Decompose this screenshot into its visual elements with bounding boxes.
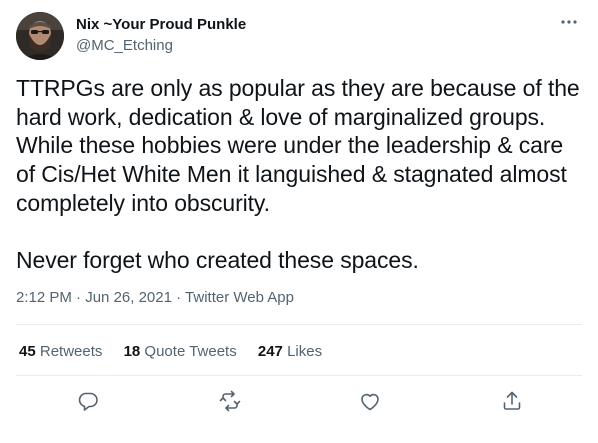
display-name[interactable]: Nix ~Your Proud Punkle [76,15,246,35]
tweet-card: Nix ~Your Proud Punkle @MC_Etching TTRPG… [0,0,598,443]
quote-tweets-count: 18 [123,343,141,360]
likes-label: Likes [287,343,323,360]
retweet-icon[interactable] [218,389,242,413]
retweets-stat[interactable]: 45 Retweets [19,343,102,360]
more-options-icon[interactable] [558,14,580,30]
meta-separator: · [71,289,86,306]
likes-count: 247 [257,343,283,360]
tweet-text: TTRPGs are only as popular as they are b… [16,75,580,274]
avatar[interactable] [16,12,64,60]
share-icon[interactable] [500,389,524,413]
tweet-date[interactable]: Jun 26, 2021 [85,289,172,306]
user-handle[interactable]: @MC_Etching [76,36,246,56]
divider [16,324,582,325]
user-names: Nix ~Your Proud Punkle @MC_Etching [76,15,246,56]
quote-tweets-stat[interactable]: 18 Quote Tweets [124,343,237,360]
like-icon[interactable] [358,389,382,413]
tweet-stats: 45 Retweets 18 Quote Tweets 247 Likes [19,343,339,360]
reply-icon[interactable] [76,389,100,413]
tweet-time[interactable]: 2:12 PM [16,289,72,306]
quote-tweets-label: Quote Tweets [144,343,237,360]
retweets-count: 45 [19,343,36,360]
likes-stat[interactable]: 247 Likes [258,343,322,360]
tweet-meta: 2:12 PM · Jun 26, 2021 · Twitter Web App [16,289,294,306]
divider [16,375,582,376]
retweets-label: Retweets [39,343,103,360]
meta-separator: · [171,289,186,306]
tweet-source-app[interactable]: Twitter Web App [185,289,294,306]
